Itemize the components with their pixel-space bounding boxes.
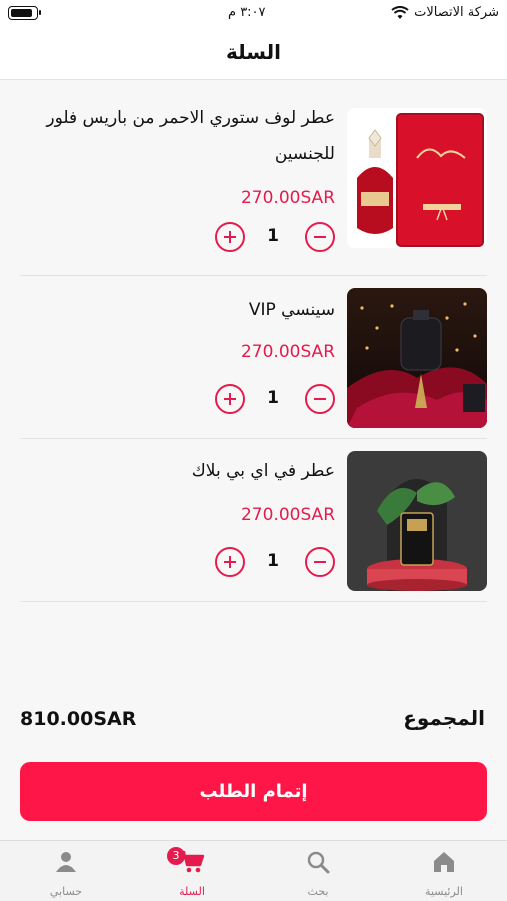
- cart-item: عطر في اي بي بلاك 270.00SAR 1: [20, 439, 487, 602]
- product-name[interactable]: عطر لوف ستوري الاحمر من باريس فلور للجنس…: [45, 100, 335, 172]
- tab-search[interactable]: بحث: [255, 841, 381, 901]
- product-price: 270.00SAR: [240, 188, 335, 208]
- tab-account[interactable]: حسابي: [3, 841, 129, 901]
- quantity-value: 1: [267, 388, 279, 408]
- page-title: السلة: [225, 40, 281, 64]
- quantity-stepper: 1: [215, 222, 335, 256]
- decrease-quantity-button[interactable]: [305, 547, 335, 577]
- total-value: 810.00SAR: [20, 708, 137, 730]
- product-image[interactable]: [347, 288, 487, 428]
- checkout-button[interactable]: إتمام الطلب: [20, 762, 487, 821]
- quantity-stepper: 1: [215, 547, 335, 581]
- cart-count-badge: 3: [167, 847, 185, 865]
- tab-label: بحث: [307, 885, 329, 898]
- cart-item: سينسي VIP 270.00SAR 1: [20, 276, 487, 439]
- decrease-quantity-button[interactable]: [305, 384, 335, 414]
- user-icon: [56, 852, 76, 872]
- tab-cart[interactable]: 3 السلة: [129, 841, 255, 901]
- status-bar: ٣:٠٧ م شركة الاتصالات: [0, 0, 507, 30]
- quantity-value: 1: [267, 551, 279, 571]
- increase-quantity-button[interactable]: [215, 222, 245, 252]
- status-time: ٣:٠٧ م: [228, 5, 266, 20]
- product-price: 270.00SAR: [240, 342, 335, 362]
- product-name[interactable]: عطر في اي بي بلاك: [45, 453, 335, 489]
- decrease-quantity-button[interactable]: [305, 222, 335, 252]
- product-image[interactable]: [347, 108, 487, 248]
- battery-icon: [8, 6, 41, 20]
- quantity-value: 1: [267, 226, 279, 246]
- quantity-stepper: 1: [215, 384, 335, 418]
- bottom-tab-bar: الرئيسية بحث 3 السلة حسابي: [0, 840, 507, 901]
- total-label: المجموع: [403, 706, 485, 730]
- wifi-icon: [391, 6, 409, 19]
- cart-list: عطر لوف ستوري الاحمر من باريس فلور للجنس…: [0, 80, 507, 602]
- tab-home[interactable]: الرئيسية: [381, 841, 507, 901]
- cart-item: عطر لوف ستوري الاحمر من باريس فلور للجنس…: [20, 80, 487, 276]
- increase-quantity-button[interactable]: [215, 547, 245, 577]
- search-icon: [307, 851, 330, 874]
- tab-label: السلة: [179, 885, 205, 898]
- product-image[interactable]: [347, 451, 487, 591]
- header: السلة: [0, 30, 507, 80]
- tab-label: حسابي: [49, 885, 83, 898]
- home-icon: [434, 852, 454, 872]
- tab-label: الرئيسية: [425, 885, 463, 898]
- carrier-name: شركة الاتصالات: [414, 5, 499, 20]
- product-name[interactable]: سينسي VIP: [45, 292, 335, 328]
- increase-quantity-button[interactable]: [215, 384, 245, 414]
- product-price: 270.00SAR: [240, 505, 335, 525]
